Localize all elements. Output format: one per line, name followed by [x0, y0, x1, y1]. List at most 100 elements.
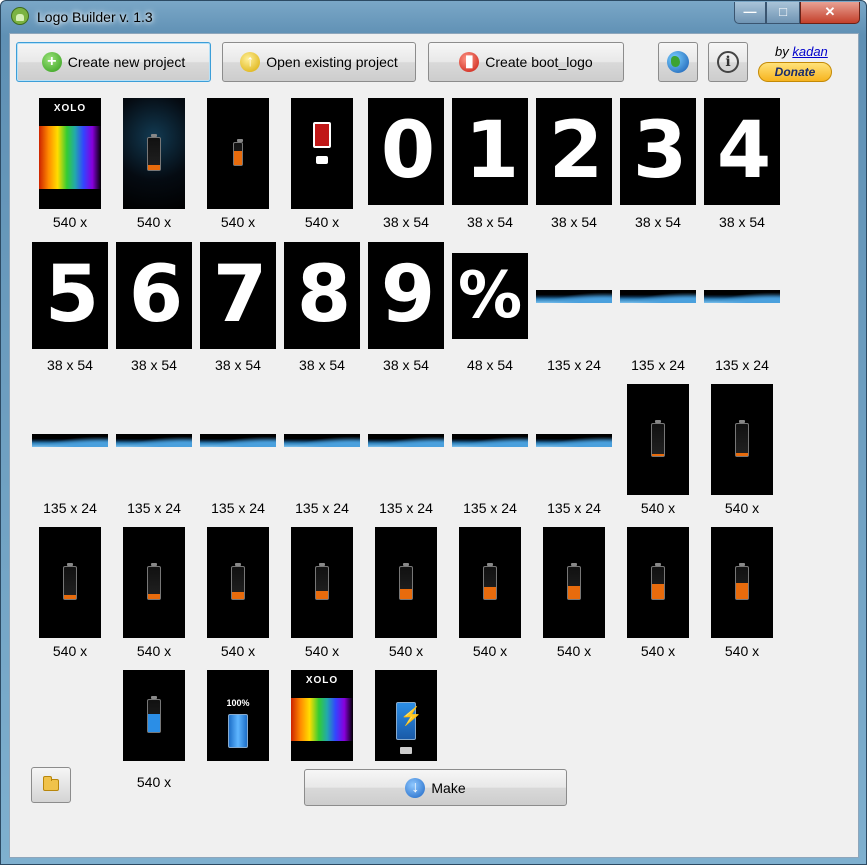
thumbnail-size-label: 540 x [556, 643, 592, 659]
thumbnail-size-label: 540 x [304, 214, 340, 230]
thumbnail-size-label: 38 x 54 [131, 357, 177, 373]
thumbnail-digit[interactable]: 5 [32, 242, 108, 349]
thumbnail-size-label: 540 x [724, 643, 760, 659]
battery-level-fill [234, 151, 242, 165]
info-icon: i [717, 51, 739, 73]
thumbnail-battery[interactable] [459, 527, 521, 638]
thumbnail-bar[interactable] [368, 434, 444, 447]
arrow-up-icon: ↑ [240, 52, 261, 72]
thumbnail-size-label: 135 x 24 [211, 500, 265, 516]
thumbnail-size-label: 135 x 24 [715, 357, 769, 373]
thumbnail-battery[interactable] [627, 527, 689, 638]
maximize-button[interactable]: □ [766, 2, 800, 24]
thumbnail-digit[interactable]: 3 [620, 98, 696, 205]
thumbnail-warning[interactable] [291, 98, 353, 209]
battery-level-fill [148, 164, 160, 170]
thumbnail-bar[interactable] [620, 290, 696, 303]
plug-icon [400, 747, 412, 754]
thumbnail-size-label: 135 x 24 [547, 500, 601, 516]
thumbnail-battery[interactable] [627, 384, 689, 495]
thumbnail-size-label: 38 x 54 [299, 357, 345, 373]
thumbnail-size-label: 540 x [52, 214, 88, 230]
thumbnail-bar[interactable] [536, 434, 612, 447]
thumbnail-size-label: 540 x [136, 643, 172, 659]
donate-button[interactable]: Donate [758, 62, 832, 82]
download-arrow-icon: ↓ [405, 777, 426, 798]
thumbnail-battery[interactable] [711, 384, 773, 495]
thumbnail-digit[interactable]: 1 [452, 98, 528, 205]
thumbnail-size-label: 38 x 54 [719, 214, 765, 230]
thumbnail-size-label: 135 x 24 [127, 500, 181, 516]
battery-level-fill [652, 453, 664, 456]
folder-icon [43, 776, 59, 791]
open-existing-project-label: Open existing project [266, 54, 398, 70]
create-boot-logo-button[interactable]: ▮ Create boot_logo [428, 42, 624, 82]
thumbnail-digit[interactable]: 9 [368, 242, 444, 349]
thumbnail-charging[interactable]: ⚡ [375, 670, 437, 761]
thumbnail-battery[interactable] [39, 527, 101, 638]
thumbnail-digit[interactable]: 6 [116, 242, 192, 349]
battery-icon [399, 562, 413, 600]
about-button[interactable]: i [708, 42, 748, 82]
thumbnail-battery[interactable] [543, 527, 605, 638]
battery-level-fill [736, 582, 748, 599]
splash-brand-text: XOLO [291, 670, 353, 698]
thumbnail-size-label: 540 x [220, 214, 256, 230]
thumbnail-digit[interactable]: 4 [704, 98, 780, 205]
thumbnail-size-label: 38 x 54 [551, 214, 597, 230]
thumbnail-bar[interactable] [704, 290, 780, 303]
battery-icon [147, 562, 161, 600]
thumbnail-bar[interactable] [536, 290, 612, 303]
battery-icon [147, 133, 161, 171]
thumbnail-digit[interactable]: 7 [200, 242, 276, 349]
thumbnail-bar[interactable] [116, 434, 192, 447]
create-new-project-button[interactable]: + Create new project [16, 42, 211, 82]
thumbnail-size-label: 540 x [136, 774, 172, 790]
battery-level-fill [316, 590, 328, 599]
thumbnail-battery[interactable] [207, 527, 269, 638]
battery-icon [315, 562, 329, 600]
thumbnail-splash[interactable]: XOLO [39, 98, 101, 209]
author-link[interactable]: kadan [792, 44, 827, 59]
website-button[interactable] [658, 42, 698, 82]
thumbnail-bar[interactable] [32, 434, 108, 447]
battery-level-fill [568, 585, 580, 599]
minimize-button[interactable]: — [734, 2, 766, 24]
thumbnail-charged[interactable]: 100% [207, 670, 269, 761]
by-label: by [775, 44, 789, 59]
thumbnail-size-label: 135 x 24 [295, 500, 349, 516]
create-boot-logo-label: Create boot_logo [485, 54, 593, 70]
thumbnail-digit[interactable]: 2 [536, 98, 612, 205]
open-folder-button[interactable] [31, 767, 71, 803]
thumbnail-digit[interactable]: 8 [284, 242, 360, 349]
thumbnail-size-label: 540 x [220, 643, 256, 659]
thumbnail-battery-blue[interactable] [123, 670, 185, 761]
thumbnail-dark-battery[interactable] [123, 98, 185, 209]
battery-icon [483, 562, 497, 600]
app-window: Logo Builder v. 1.3 — □ ✕ + Create new p… [0, 0, 867, 865]
thumbnail-battery[interactable] [711, 527, 773, 638]
battery-icon [651, 419, 665, 457]
thumbnail-battery[interactable] [375, 527, 437, 638]
close-button[interactable]: ✕ [800, 2, 860, 24]
battery-icon [735, 419, 749, 457]
thumbnail-bar[interactable] [200, 434, 276, 447]
title-bar[interactable]: Logo Builder v. 1.3 — □ ✕ [1, 1, 866, 33]
plus-icon: + [41, 52, 62, 72]
thumbnail-battery[interactable] [123, 527, 185, 638]
battery-icon [735, 562, 749, 600]
client-area: + Create new project ↑ Open existing pro… [9, 33, 859, 858]
thumbnail-small-battery[interactable] [207, 98, 269, 209]
thumbnail-bar[interactable] [284, 434, 360, 447]
thumbnail-battery[interactable] [291, 527, 353, 638]
thumbnail-digit[interactable]: 0 [368, 98, 444, 205]
battery-icon [63, 562, 77, 600]
thumbnail-percent[interactable]: % [452, 253, 528, 339]
make-button[interactable]: ↓ Make [304, 769, 567, 806]
thumbnail-splash[interactable]: XOLO [291, 670, 353, 761]
thumbnail-size-label: 540 x [472, 643, 508, 659]
open-existing-project-button[interactable]: ↑ Open existing project [222, 42, 416, 82]
thumbnail-bar[interactable] [452, 434, 528, 447]
battery-level-fill [652, 584, 664, 599]
thumbnail-size-label: 38 x 54 [635, 214, 681, 230]
